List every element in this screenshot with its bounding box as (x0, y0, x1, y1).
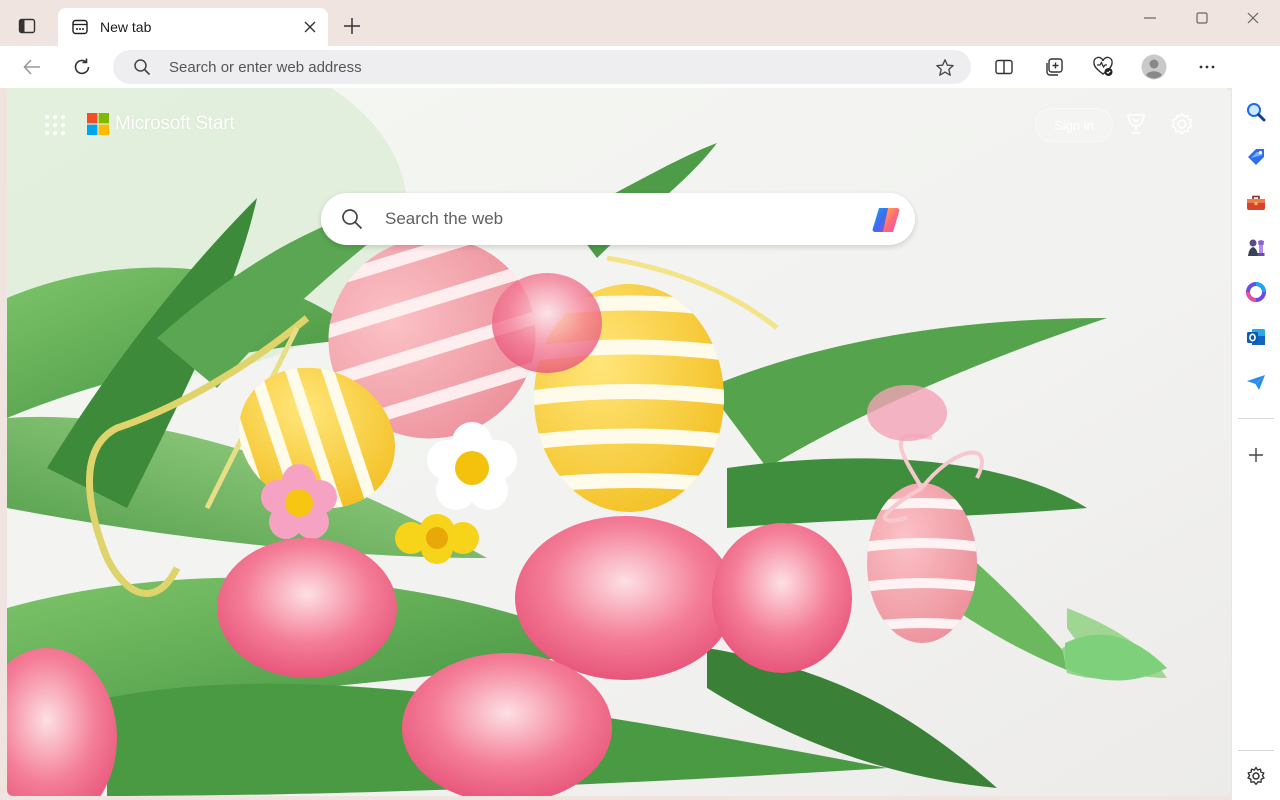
brand-title[interactable]: Microsoft Start (115, 113, 235, 135)
title-bar: New tab (0, 0, 1280, 46)
minimize-button[interactable] (1140, 8, 1160, 28)
window-close-button[interactable] (1243, 8, 1263, 28)
sidebar-divider (1238, 750, 1274, 751)
tab-close-button[interactable] (302, 19, 318, 35)
refresh-button[interactable] (69, 54, 95, 80)
tab-actions-icon (18, 18, 36, 34)
search-icon (342, 209, 363, 230)
sidebar-divider (1238, 418, 1274, 419)
collections-icon (1046, 58, 1063, 76)
sidebar-search[interactable] (1242, 98, 1270, 126)
shopping-tag-icon (1248, 149, 1264, 165)
minimize-icon (1144, 17, 1156, 19)
rewards-trophy-icon[interactable] (1123, 111, 1149, 137)
settings-icon[interactable] (1169, 111, 1195, 137)
refresh-icon (74, 58, 90, 75)
search-icon (1247, 103, 1266, 122)
games-icon (1248, 239, 1265, 256)
tab-new-tab[interactable]: New tab (58, 8, 328, 46)
copilot-icon[interactable] (869, 203, 903, 237)
new-tab-page: Microsoft Start Sign in (7, 88, 1231, 796)
sidebar-shopping[interactable] (1242, 143, 1270, 171)
browser-essentials-icon (1093, 56, 1113, 76)
star-icon[interactable] (935, 58, 955, 78)
browser-essentials-button[interactable] (1090, 54, 1116, 80)
tools-icon (1247, 195, 1265, 210)
sidebar-tools[interactable] (1242, 189, 1270, 217)
sidebar-microsoft365[interactable] (1242, 278, 1270, 306)
maximize-button[interactable] (1192, 8, 1212, 28)
apps-launcher-button[interactable] (43, 113, 67, 137)
sidebar-drop[interactable] (1242, 368, 1270, 396)
plus-icon (344, 18, 360, 34)
collections-button[interactable] (1041, 54, 1067, 80)
microsoft-logo-icon[interactable] (87, 113, 109, 135)
sidebar-add-button[interactable] (1242, 441, 1270, 469)
outlook-icon (1247, 329, 1265, 345)
microsoft365-icon (1246, 282, 1266, 302)
drop-icon (1247, 375, 1265, 390)
address-bar[interactable] (113, 50, 971, 84)
new-tab-page-icon (72, 19, 88, 35)
maximize-icon (1196, 12, 1208, 24)
close-icon (304, 21, 316, 33)
profile-avatar-icon (1141, 54, 1167, 80)
back-button[interactable] (19, 54, 45, 80)
sidebar (1232, 46, 1280, 800)
sidebar-outlook[interactable] (1242, 323, 1270, 351)
toolbar (0, 46, 1280, 88)
new-tab-button[interactable] (340, 14, 364, 38)
sidebar-games[interactable] (1242, 234, 1270, 262)
more-icon (1199, 65, 1215, 69)
address-input[interactable] (167, 56, 907, 78)
plus-icon (1249, 448, 1263, 462)
back-arrow-icon (23, 59, 40, 75)
tab-title: New tab (100, 19, 152, 35)
window-close-icon (1247, 12, 1259, 24)
sign-in-button[interactable]: Sign in (1035, 108, 1113, 142)
settings-icon (1247, 766, 1265, 785)
search-icon (134, 59, 151, 76)
sidebar-settings[interactable] (1242, 762, 1270, 790)
profile-button[interactable] (1141, 54, 1167, 80)
tab-actions-button[interactable] (14, 13, 40, 39)
more-button[interactable] (1194, 54, 1220, 80)
split-screen-icon (995, 59, 1013, 75)
app-launcher-icon (45, 115, 65, 135)
web-search-box[interactable] (321, 193, 915, 245)
split-screen-button[interactable] (991, 54, 1017, 80)
web-search-input[interactable] (383, 207, 843, 231)
